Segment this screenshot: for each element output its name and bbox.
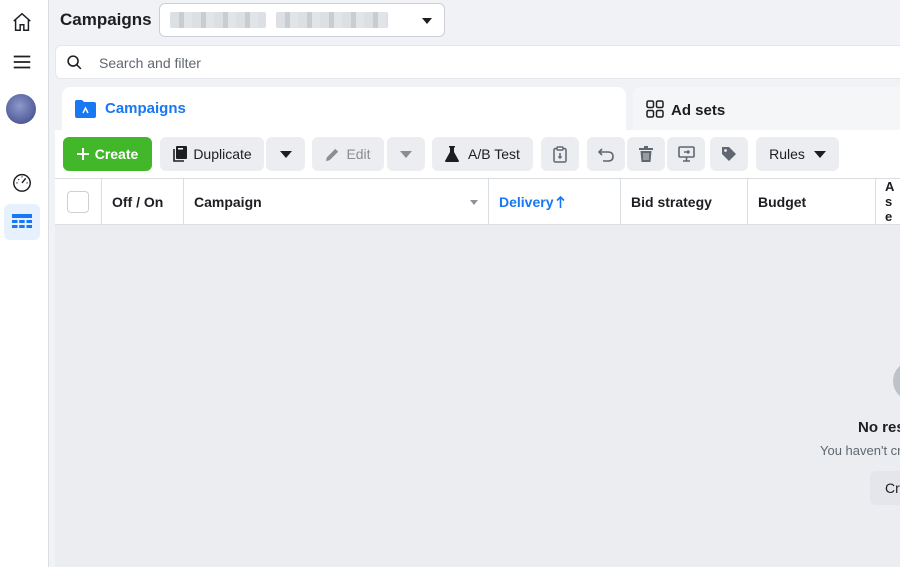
folder-icon (75, 100, 96, 118)
tab-ad-sets[interactable]: Ad sets (633, 87, 900, 132)
chevron-down-icon (422, 18, 432, 24)
dashboard-icon (13, 173, 31, 192)
chevron-down-icon (279, 150, 292, 158)
edit-button[interactable]: Edit (312, 137, 384, 171)
plus-icon (76, 148, 89, 160)
chevron-down-icon (813, 150, 826, 158)
undo-icon (598, 148, 614, 162)
empty-state-create-button[interactable]: Cr (870, 471, 900, 505)
tab-ad-sets-label: Ad sets (671, 102, 726, 119)
ab-test-button-label: A/B Test (468, 146, 520, 162)
column-header-label: A se (885, 179, 894, 224)
create-button-label: Create (94, 146, 139, 162)
select-all-cell (55, 179, 102, 224)
dashboard-button[interactable] (4, 164, 40, 200)
chevron-down-icon (400, 150, 412, 158)
campaigns-table-icon (12, 214, 32, 228)
empty-state-title: No res (858, 419, 900, 436)
select-all-checkbox[interactable] (67, 190, 89, 213)
tab-campaigns-label: Campaigns (105, 100, 186, 117)
campaigns-table-button[interactable] (4, 204, 40, 240)
menu-button[interactable] (4, 44, 40, 80)
pencil-icon (326, 148, 339, 161)
rules-button-label: Rules (769, 146, 805, 162)
toolbar: Create Duplicate Edit A/B Test Rules (55, 130, 900, 178)
search-icon (67, 55, 82, 70)
flask-icon (445, 146, 460, 162)
column-header-campaign[interactable]: Campaign (184, 179, 489, 224)
top-header: Campaigns (49, 0, 900, 44)
column-header-label: Budget (758, 193, 807, 210)
account-selector[interactable] (159, 3, 445, 37)
delete-button[interactable] (627, 137, 665, 171)
table-body: No res You haven't cr Cr (55, 225, 900, 567)
home-button[interactable] (4, 4, 40, 40)
duplicate-button-label: Duplicate (193, 146, 252, 162)
preview-button[interactable] (667, 137, 705, 171)
column-header-bid-strategy[interactable]: Bid strategy (621, 179, 748, 224)
redacted-account-name (170, 12, 266, 28)
duplicate-dropdown-button[interactable] (266, 137, 305, 171)
left-nav-rail (0, 0, 49, 567)
menu-icon (13, 55, 31, 69)
column-header-budget[interactable]: Budget (748, 179, 876, 224)
empty-state-icon (893, 361, 900, 401)
ab-test-button[interactable]: A/B Test (432, 137, 533, 171)
search-filter-bar[interactable]: Search and filter (55, 45, 900, 79)
page-title: Campaigns (60, 10, 152, 29)
tag-button[interactable] (710, 137, 748, 171)
sort-ascending-icon (556, 195, 566, 208)
duplicate-button[interactable]: Duplicate (160, 137, 264, 171)
home-icon (13, 12, 31, 31)
column-header-label: Off / On (112, 193, 164, 210)
empty-state-subtitle: You haven't cr (820, 443, 900, 458)
create-button[interactable]: Create (63, 137, 152, 171)
redacted-account-id (276, 12, 388, 28)
column-header-label: Campaign (194, 193, 262, 210)
clipboard-button[interactable] (541, 137, 579, 171)
column-header-label: Delivery (499, 193, 554, 210)
search-input[interactable]: Search and filter (99, 55, 201, 71)
tab-campaigns[interactable]: Campaigns (62, 87, 626, 132)
monitor-share-icon (677, 146, 695, 162)
chevron-down-icon (470, 200, 478, 205)
column-header-ad-sets[interactable]: A se (876, 179, 898, 224)
edit-button-label: Edit (346, 146, 371, 162)
duplicate-icon (173, 146, 188, 162)
campaigns-panel: Create Duplicate Edit A/B Test Rules Off… (55, 130, 900, 567)
table-header: Off / On Campaign Delivery Bid strategy … (55, 178, 900, 225)
grid-icon (646, 100, 664, 118)
column-header-delivery[interactable]: Delivery (489, 179, 621, 224)
column-header-label: Bid strategy (631, 193, 712, 210)
trash-icon (639, 146, 653, 162)
rules-button[interactable]: Rules (756, 137, 839, 171)
clipboard-icon (553, 145, 567, 163)
edit-dropdown-button[interactable] (387, 137, 425, 171)
tag-icon (722, 147, 736, 161)
column-header-off-on[interactable]: Off / On (102, 179, 184, 224)
undo-button[interactable] (587, 137, 625, 171)
avatar[interactable] (6, 94, 36, 124)
